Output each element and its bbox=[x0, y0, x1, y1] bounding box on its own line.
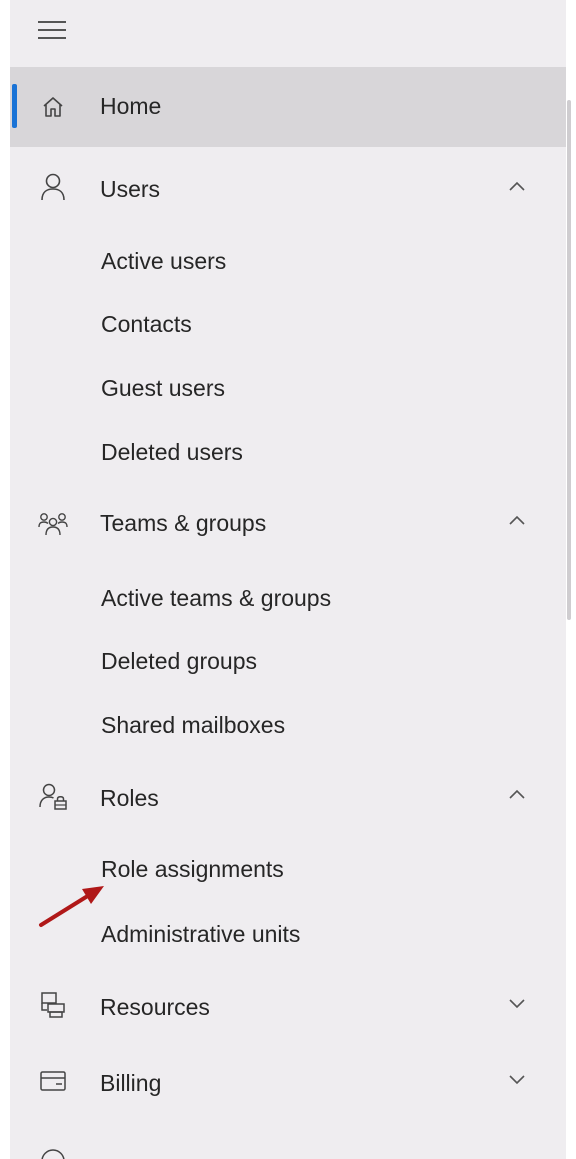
nav-subitem-label: Deleted groups bbox=[101, 648, 257, 674]
nav-item-billing[interactable]: Billing bbox=[10, 1042, 566, 1122]
scrollbar-thumb[interactable] bbox=[567, 100, 571, 620]
resources-icon bbox=[36, 988, 70, 1022]
nav-subitem-guest-users[interactable]: Guest users bbox=[10, 364, 566, 414]
nav-subitem-shared-mailboxes[interactable]: Shared mailboxes bbox=[10, 701, 566, 751]
nav-item-label: Users bbox=[100, 176, 161, 202]
nav-subitem-role-assignments[interactable]: Role assignments bbox=[10, 846, 566, 896]
user-icon bbox=[36, 170, 70, 204]
group-icon bbox=[36, 507, 70, 541]
billing-icon bbox=[36, 1064, 70, 1098]
selection-indicator bbox=[12, 84, 17, 128]
nav-subitem-label: Administrative units bbox=[101, 921, 301, 947]
nav-item-home[interactable]: Home bbox=[10, 67, 566, 147]
role-icon bbox=[36, 780, 70, 814]
nav-item-label: Home bbox=[100, 93, 162, 119]
nav-item-label: Billing bbox=[100, 1070, 162, 1096]
nav-subitem-label: Contacts bbox=[101, 311, 192, 337]
nav-subitem-label: Role assignments bbox=[101, 856, 284, 882]
nav-subitem-label: Active users bbox=[101, 248, 227, 274]
menu-toggle-button[interactable] bbox=[38, 20, 76, 46]
chevron-down-icon[interactable] bbox=[506, 992, 528, 1014]
nav-subitem-active-teams-groups[interactable]: Active teams & groups bbox=[10, 574, 566, 624]
hamburger-icon bbox=[38, 21, 66, 39]
nav-subitem-label: Guest users bbox=[101, 375, 225, 401]
nav-item-teams-groups[interactable]: Teams & groups bbox=[10, 484, 566, 564]
nav-subitem-contacts[interactable]: Contacts bbox=[10, 301, 566, 351]
nav-item-users[interactable]: Users bbox=[10, 148, 566, 228]
nav-item-roles[interactable]: Roles bbox=[10, 758, 566, 838]
chevron-down-icon[interactable] bbox=[506, 1068, 528, 1090]
nav-item-partial[interactable] bbox=[10, 1140, 566, 1159]
nav-subitem-label: Shared mailboxes bbox=[101, 712, 286, 738]
nav-subitem-label: Active teams & groups bbox=[101, 585, 332, 611]
home-icon bbox=[36, 90, 70, 124]
nav-item-label: Roles bbox=[100, 785, 159, 811]
nav-item-label: Resources bbox=[100, 994, 210, 1020]
chevron-up-icon[interactable] bbox=[506, 510, 528, 532]
nav-subitem-administrative-units[interactable]: Administrative units bbox=[10, 910, 566, 960]
nav-subitem-deleted-groups[interactable]: Deleted groups bbox=[10, 637, 566, 687]
chevron-up-icon[interactable] bbox=[506, 784, 528, 806]
chevron-up-icon[interactable] bbox=[506, 176, 528, 198]
left-navigation: Home Users Active users Contacts Guest u… bbox=[10, 0, 566, 1159]
nav-subitem-active-users[interactable]: Active users bbox=[10, 238, 566, 288]
nav-subitem-deleted-users[interactable]: Deleted users bbox=[10, 428, 566, 478]
nav-subitem-label: Deleted users bbox=[101, 439, 243, 465]
nav-item-label: Teams & groups bbox=[100, 510, 267, 536]
circle-icon bbox=[36, 1144, 70, 1159]
nav-item-resources[interactable]: Resources bbox=[10, 966, 566, 1046]
